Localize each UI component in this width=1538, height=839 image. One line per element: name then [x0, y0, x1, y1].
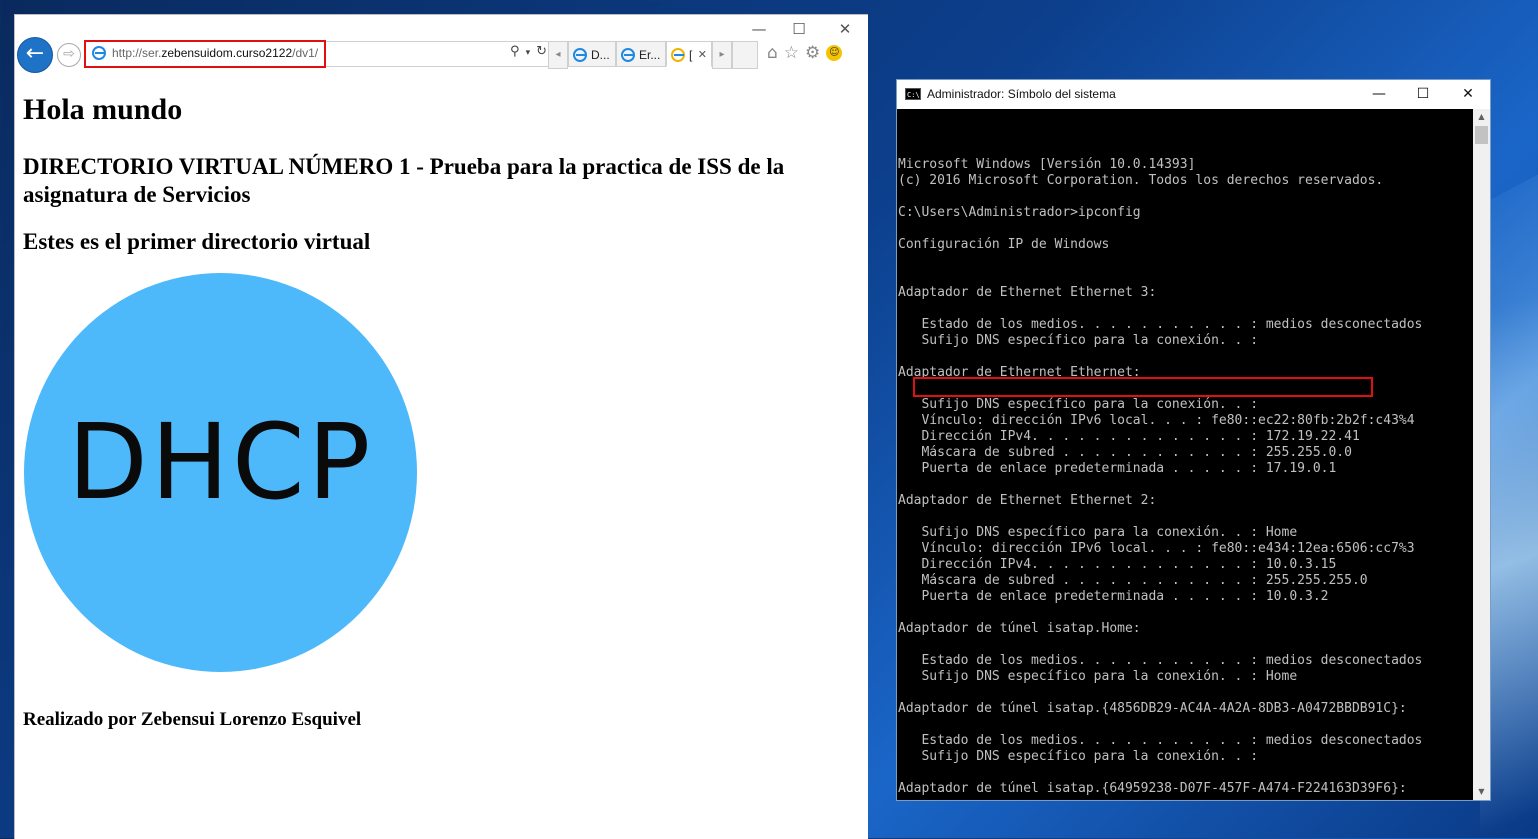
console-line: Dirección IPv4. . . . . . . . . . . . . …	[898, 429, 1360, 444]
tab-label: [	[689, 48, 693, 62]
browser-maximize-button[interactable]: ☐	[779, 17, 819, 41]
console-line: Microsoft Windows [Versión 10.0.14393]	[898, 157, 1196, 172]
new-tab-button[interactable]	[732, 41, 758, 69]
page-heading-2: DIRECTORIO VIRTUAL NÚMERO 1 - Prueba par…	[23, 154, 785, 207]
console-line: Estado de los medios. . . . . . . . . . …	[898, 733, 1423, 748]
tab-scroll-left-button[interactable]: ◂	[548, 41, 568, 69]
console-line: Estado de los medios. . . . . . . . . . …	[898, 653, 1423, 668]
scroll-down-icon[interactable]: ▼	[1473, 784, 1490, 800]
page-heading-3: Estes es el primer directorio virtual	[23, 229, 371, 254]
console-line: Adaptador de Ethernet Ethernet 3:	[898, 285, 1157, 300]
console-output[interactable]: Microsoft Windows [Versión 10.0.14393] (c…	[897, 109, 1474, 800]
command-icons: ⌂ ☆ ⚙ ☺	[767, 43, 848, 63]
url-host: zebensuidom.curso2122	[161, 46, 293, 60]
ie-icon	[92, 46, 106, 60]
console-line: Máscara de subred . . . . . . . . . . . …	[898, 445, 1352, 460]
console-line: Sufijo DNS específico para la conexión. …	[898, 749, 1259, 764]
browser-titlebar: — ☐ ✕	[15, 15, 868, 43]
feedback-smiley-icon[interactable]: ☺	[826, 45, 843, 61]
console-line: Dirección IPv4. . . . . . . . . . . . . …	[898, 557, 1337, 572]
console-line: Adaptador de túnel isatap.{4856DB29-AC4A…	[898, 701, 1407, 716]
console-line: Adaptador de túnel isatap.{64959238-D07F…	[898, 781, 1407, 796]
url-path: /dv1/	[292, 46, 319, 60]
console-line: Sufijo DNS específico para la conexión. …	[898, 669, 1298, 684]
dhcp-logo-text: DHCP	[67, 401, 374, 523]
cmd-window: C:\ Administrador: Símbolo del sistema —…	[896, 79, 1491, 801]
home-icon[interactable]: ⌂	[767, 43, 778, 63]
forward-button[interactable]: ⇨	[57, 43, 81, 67]
console-line: Vínculo: dirección IPv6 local. . . : fe8…	[898, 541, 1415, 556]
console-line: Puerta de enlace predeterminada . . . . …	[898, 461, 1337, 476]
console-line: Adaptador de Ethernet Ethernet 2:	[898, 493, 1157, 508]
search-icon[interactable]: ⚲	[510, 44, 520, 59]
console-line: Vínculo: dirección IPv6 local. . . : fe8…	[898, 413, 1415, 428]
console-line: Puerta de enlace predeterminada . . . . …	[898, 589, 1329, 604]
address-tools: ⚲ ▾ ↻	[504, 44, 547, 59]
dhcp-logo-image: DHCP	[24, 273, 417, 672]
console-line: C:\Users\Administrador>ipconfig	[898, 205, 1141, 220]
tab-3-active[interactable]: [ ✕	[666, 41, 712, 67]
url-prefix: http://ser.	[112, 46, 162, 60]
console-line: Sufijo DNS específico para la conexión. …	[898, 333, 1259, 348]
address-bar[interactable]: http://ser.zebensuidom.curso2122/dv1/ ⚲ ▾…	[84, 40, 554, 68]
scroll-thumb[interactable]	[1475, 126, 1488, 144]
browser-window: — ☐ ✕ ← ⇨ http://ser.zebensuidom.curso21…	[14, 14, 868, 839]
tab-label: Er...	[639, 48, 661, 62]
refresh-icon[interactable]: ↻	[536, 44, 547, 59]
arrow-right-icon: ⇨	[63, 46, 75, 62]
address-url[interactable]: http://ser.zebensuidom.curso2122/dv1/	[112, 46, 318, 60]
ie-icon	[671, 48, 685, 62]
cmd-titlebar: C:\ Administrador: Símbolo del sistema —…	[897, 80, 1490, 109]
page-heading-1: Hola mundo	[23, 93, 183, 126]
cmd-scrollbar[interactable]: ▲ ▼	[1473, 109, 1490, 800]
tab-label: D...	[591, 48, 610, 62]
console-line: Adaptador de túnel isatap.Home:	[898, 621, 1141, 636]
cmd-close-button[interactable]: ✕	[1446, 82, 1490, 107]
favorites-star-icon[interactable]: ☆	[784, 43, 799, 63]
browser-minimize-button[interactable]: —	[739, 17, 779, 41]
dropdown-icon[interactable]: ▾	[526, 48, 531, 58]
ie-icon	[621, 48, 635, 62]
cmd-title: Administrador: Símbolo del sistema	[927, 87, 1116, 101]
back-button[interactable]: ←	[17, 37, 53, 73]
console-line: Estado de los medios. . . . . . . . . . …	[898, 317, 1423, 332]
web-page-content: Hola mundo DIRECTORIO VIRTUAL NÚMERO 1 -…	[23, 89, 863, 730]
console-line: (c) 2016 Microsoft Corporation. Todos lo…	[898, 173, 1384, 188]
arrow-left-icon: ←	[25, 41, 45, 66]
ipv4-highlight-box	[913, 377, 1373, 397]
cmd-minimize-button[interactable]: —	[1357, 82, 1401, 107]
tab-1[interactable]: D...	[568, 41, 616, 67]
tab-close-icon[interactable]: ✕	[698, 42, 707, 66]
tab-scroll-right-button[interactable]: ▸	[712, 41, 732, 69]
ie-icon	[573, 48, 587, 62]
console-line: Configuración IP de Windows	[898, 237, 1110, 252]
console-line: Sufijo DNS específico para la conexión. …	[898, 397, 1259, 412]
browser-close-button[interactable]: ✕	[825, 17, 865, 41]
console-line: Máscara de subred . . . . . . . . . . . …	[898, 573, 1368, 588]
console-line: Sufijo DNS específico para la conexión. …	[898, 525, 1298, 540]
scroll-up-icon[interactable]: ▲	[1473, 109, 1490, 125]
tab-2[interactable]: Er...	[616, 41, 666, 67]
cmd-maximize-button[interactable]: ☐	[1401, 82, 1445, 107]
gear-icon[interactable]: ⚙	[805, 43, 820, 63]
author-text: Realizado por Zebensui Lorenzo Esquivel	[23, 709, 362, 730]
cmd-app-icon: C:\	[905, 88, 921, 100]
